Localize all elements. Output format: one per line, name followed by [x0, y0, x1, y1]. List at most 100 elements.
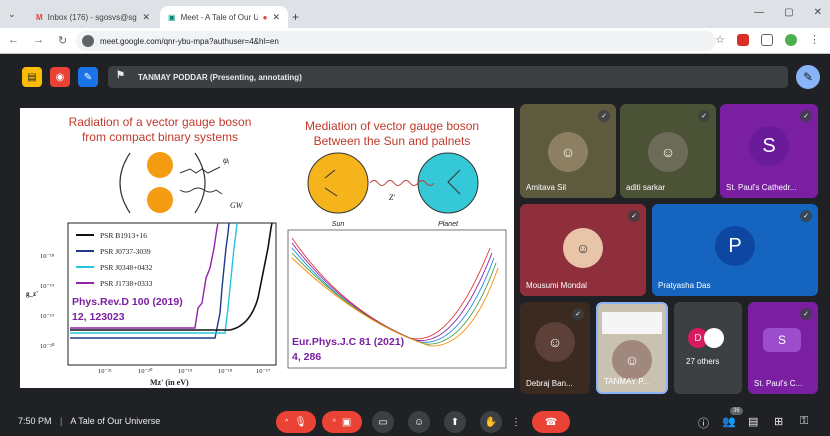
participant-name: TANMAY P...	[604, 377, 650, 386]
sun-label: Sun	[332, 221, 345, 228]
presenter-icon: ⚑	[116, 70, 125, 81]
legend-item-2: PSR J0348+0432	[100, 263, 153, 272]
avatar-letter: P	[728, 234, 742, 257]
presenter-label: TANMAY PODDAR (Presenting, annotating)	[138, 72, 302, 82]
participant-tile[interactable]: P ✓ Pratyasha Das	[652, 204, 818, 296]
meeting-title: A Tale of Our Universe	[70, 416, 161, 426]
back-icon[interactable]: ←	[8, 34, 19, 47]
x-tick-4: 10⁻¹⁷	[256, 368, 270, 375]
clock: 7:50 PM	[18, 416, 52, 426]
sticky-note-icon[interactable]: ▤	[22, 67, 42, 87]
people-icon[interactable]: 👥 36	[722, 407, 743, 428]
participant-name: St. Paul's C...	[754, 379, 803, 388]
chat-icon[interactable]: ▤	[748, 415, 758, 428]
present-button[interactable]: ⬆	[444, 411, 466, 433]
forward-icon[interactable]: →	[33, 34, 44, 47]
others-tile[interactable]: D 27 others	[674, 302, 742, 394]
avatar-letter: S	[777, 333, 786, 347]
mic-icon: ✓	[628, 210, 640, 222]
participant-tile-presenter[interactable]: ☺ TANMAY P...	[596, 302, 668, 394]
minimize-icon[interactable]: —	[754, 7, 764, 18]
x-tick-1: 10⁻²⁰	[138, 367, 153, 375]
x-tick-0: 10⁻²¹	[98, 368, 112, 375]
video-feed	[602, 312, 662, 334]
more-options-button[interactable]: ⋮	[510, 411, 522, 433]
edit-icon[interactable]: ✎	[78, 67, 98, 87]
bookmark-star-icon[interactable]: ☆	[715, 33, 725, 46]
activities-icon[interactable]: ⊞	[774, 415, 783, 428]
z-prime-label: Z'	[389, 193, 395, 202]
left-title-line2: from compact binary systems	[82, 130, 238, 144]
slide-graphic: Radiation of a vector gauge boson from c…	[26, 115, 507, 387]
url-text: meet.google.com/qnr-ybu-mpa?authuser=4&h…	[100, 36, 279, 46]
record-icon[interactable]: ◉	[50, 67, 70, 87]
tab-meet[interactable]: ▣ Meet - A Tale of Our Univer ● ✕	[160, 6, 288, 28]
participant-tile[interactable]: S ✓ St. Paul's Cathedr...	[720, 104, 818, 198]
close-tab-icon[interactable]: ✕	[272, 12, 280, 23]
mic-icon: ✓	[572, 308, 584, 320]
raise-hand-button[interactable]: ✋	[480, 411, 502, 433]
meet-control-bar: 7:50 PM | A Tale of Our Universe ^ 🎙 ^ ▣…	[0, 407, 830, 436]
right-curve-3	[291, 247, 495, 343]
annotate-pen-icon[interactable]: ✎	[796, 65, 820, 89]
reference-2-line2: 4, 286	[292, 351, 321, 363]
avatar: S	[763, 328, 801, 352]
avatar: ☺	[648, 132, 688, 172]
mic-icon: ✓	[800, 308, 812, 320]
reload-icon[interactable]: ↻	[58, 34, 67, 47]
wave-arc-left	[119, 152, 131, 214]
mic-icon: ✓	[698, 110, 710, 122]
camera-toggle-button[interactable]: ^ ▣	[322, 411, 362, 433]
planet-label: Planet	[438, 221, 459, 228]
tab-bar: ⌄ M Inbox (176) - sgosvs@sgsv.ac ✕ ▣ Mee…	[0, 0, 830, 28]
reference-2-line1: Eur.Phys.J.C 81 (2021)	[292, 336, 404, 348]
presented-slide: Radiation of a vector gauge boson from c…	[20, 108, 514, 388]
participant-tile[interactable]: ☺ ✓ Amitava Sil	[520, 104, 616, 198]
mic-off-icon: 🎙	[294, 416, 307, 428]
tab-search-icon[interactable]: ⌄	[8, 9, 16, 20]
captions-button[interactable]: ▭	[372, 411, 394, 433]
extension-pdf-icon[interactable]	[737, 33, 749, 46]
site-info-icon[interactable]	[82, 35, 94, 47]
participant-name: St. Paul's Cathedr...	[726, 183, 797, 192]
participant-tile[interactable]: ☺ ✓ Debraj Ban...	[520, 302, 590, 394]
participant-name: aditi sarkar	[626, 183, 666, 192]
separator: |	[60, 416, 63, 426]
y-tick-1: 10⁻¹⁹	[40, 283, 55, 290]
left-title-line1: Radiation of a vector gauge boson	[69, 115, 252, 129]
legend-item-3: PSR J1738+0333	[100, 279, 153, 288]
menu-icon[interactable]: ⋮	[809, 33, 820, 46]
tab-gmail[interactable]: M Inbox (176) - sgosvs@sgsv.ac ✕	[28, 6, 158, 28]
others-avatar-2	[704, 328, 724, 348]
leave-call-button[interactable]: ☎	[532, 411, 570, 433]
planet-circle	[417, 152, 479, 214]
gw-wave	[179, 187, 223, 195]
participant-tile[interactable]: S ✓ St. Paul's C...	[748, 302, 818, 394]
maximize-icon[interactable]: ▢	[784, 7, 793, 18]
new-tab-icon[interactable]: +	[292, 10, 299, 24]
legend-item-0: PSR B1913+16	[100, 231, 147, 240]
browser-chrome: ⌄ M Inbox (176) - sgosvs@sgsv.ac ✕ ▣ Mee…	[0, 0, 830, 54]
avatar: ☺	[535, 322, 575, 362]
mic-toggle-button[interactable]: ^ 🎙	[276, 411, 316, 433]
phi-label: φᵢ	[223, 155, 230, 165]
close-tab-icon[interactable]: ✕	[142, 12, 150, 23]
tab-label: Meet - A Tale of Our Univer	[180, 12, 258, 22]
emoji-button[interactable]: ☺	[408, 411, 430, 433]
info-icon[interactable]: ⓘ	[698, 415, 709, 431]
chevron-up-icon[interactable]: ^	[333, 419, 336, 426]
chevron-up-icon[interactable]: ^	[285, 419, 288, 426]
avatar: ☺	[548, 132, 588, 172]
star-2	[147, 187, 173, 213]
close-window-icon[interactable]: ✕	[814, 7, 822, 18]
profile-avatar[interactable]	[785, 33, 797, 46]
gw-label: GW	[230, 201, 244, 210]
address-bar[interactable]: meet.google.com/qnr-ybu-mpa?authuser=4&h…	[76, 31, 716, 51]
participant-tile[interactable]: ☺ ✓ Mousumi Mondal	[520, 204, 646, 296]
host-controls-icon[interactable]: ⚿	[800, 415, 808, 428]
left-x-axis-label: Mz' (in eV)	[150, 378, 189, 387]
vector-boson-wave	[179, 166, 221, 174]
participant-tile[interactable]: ☺ ✓ aditi sarkar	[620, 104, 716, 198]
recording-dot-icon: ●	[262, 12, 268, 22]
extensions-icon[interactable]	[761, 33, 773, 46]
